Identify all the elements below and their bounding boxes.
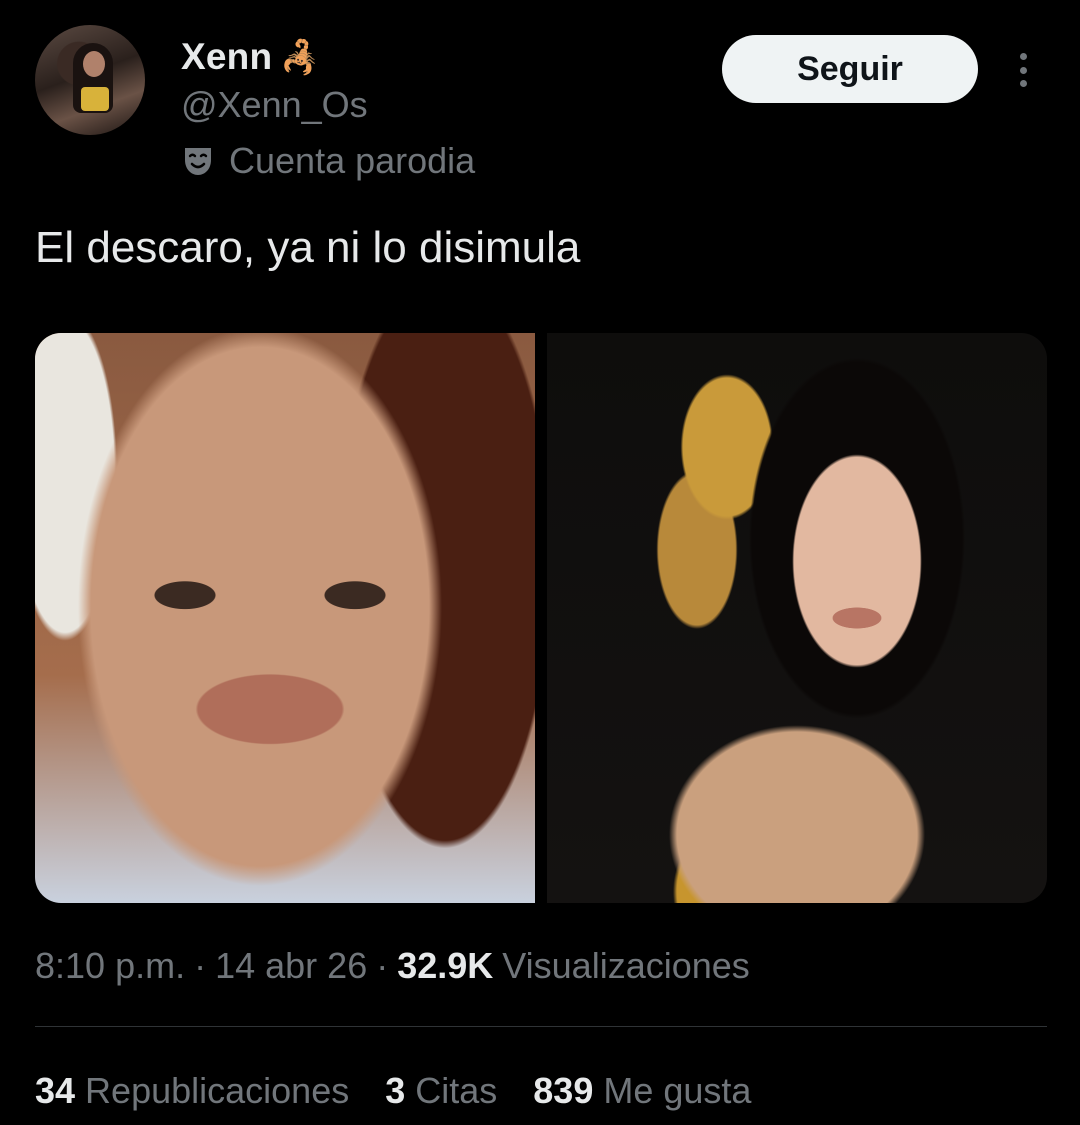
reposts-label: Republicaciones (85, 1070, 350, 1111)
follow-button[interactable]: Seguir (722, 35, 978, 103)
tweet-time[interactable]: 8:10 p.m. (35, 945, 185, 987)
tweet-text: El descaro, ya ni lo disimula (35, 223, 581, 272)
meta-separator: · (376, 945, 389, 986)
avatar-outfit (81, 87, 109, 111)
views-label: Visualizaciones (502, 945, 750, 986)
author-avatar[interactable] (35, 25, 145, 135)
likes-label: Me gusta (603, 1070, 752, 1111)
more-dot (1019, 66, 1027, 74)
tweet-media-grid (35, 333, 1047, 903)
meta-separator: · (194, 945, 207, 986)
quotes-stat[interactable]: 3 Citas (385, 1070, 497, 1112)
author-name-row: Xenn 🦂 (181, 36, 320, 78)
parody-label-row: Cuenta parodia (181, 140, 475, 182)
engagement-stats: 34 Republicaciones 3 Citas 839 Me gusta (35, 1070, 787, 1112)
theater-mask-icon (185, 148, 211, 175)
reposts-stat[interactable]: 34 Republicaciones (35, 1070, 349, 1112)
author-name[interactable]: Xenn (181, 36, 272, 78)
media-photo-left[interactable] (35, 333, 535, 903)
tweet-meta: 8:10 p.m. · 14 abr 26 · 32.9K Visualizac… (35, 945, 750, 987)
scorpion-emoji-icon: 🦂 (280, 39, 321, 75)
views-count: 32.9K (397, 945, 494, 986)
more-dot (1019, 53, 1027, 60)
divider (35, 1026, 1047, 1027)
tweet-date[interactable]: 14 abr 26 (215, 945, 367, 987)
quotes-count: 3 (385, 1070, 406, 1111)
likes-stat[interactable]: 839 Me gusta (533, 1070, 751, 1112)
author-handle[interactable]: @Xenn_Os (181, 84, 368, 126)
quotes-label: Citas (415, 1070, 498, 1111)
more-dot (1019, 80, 1027, 87)
parody-label: Cuenta parodia (229, 140, 476, 181)
avatar-face (83, 51, 105, 77)
likes-count: 839 (533, 1070, 594, 1111)
reposts-count: 34 (35, 1070, 76, 1111)
media-photo-right[interactable] (547, 333, 1047, 903)
more-vertical-icon[interactable] (1005, 50, 1041, 90)
